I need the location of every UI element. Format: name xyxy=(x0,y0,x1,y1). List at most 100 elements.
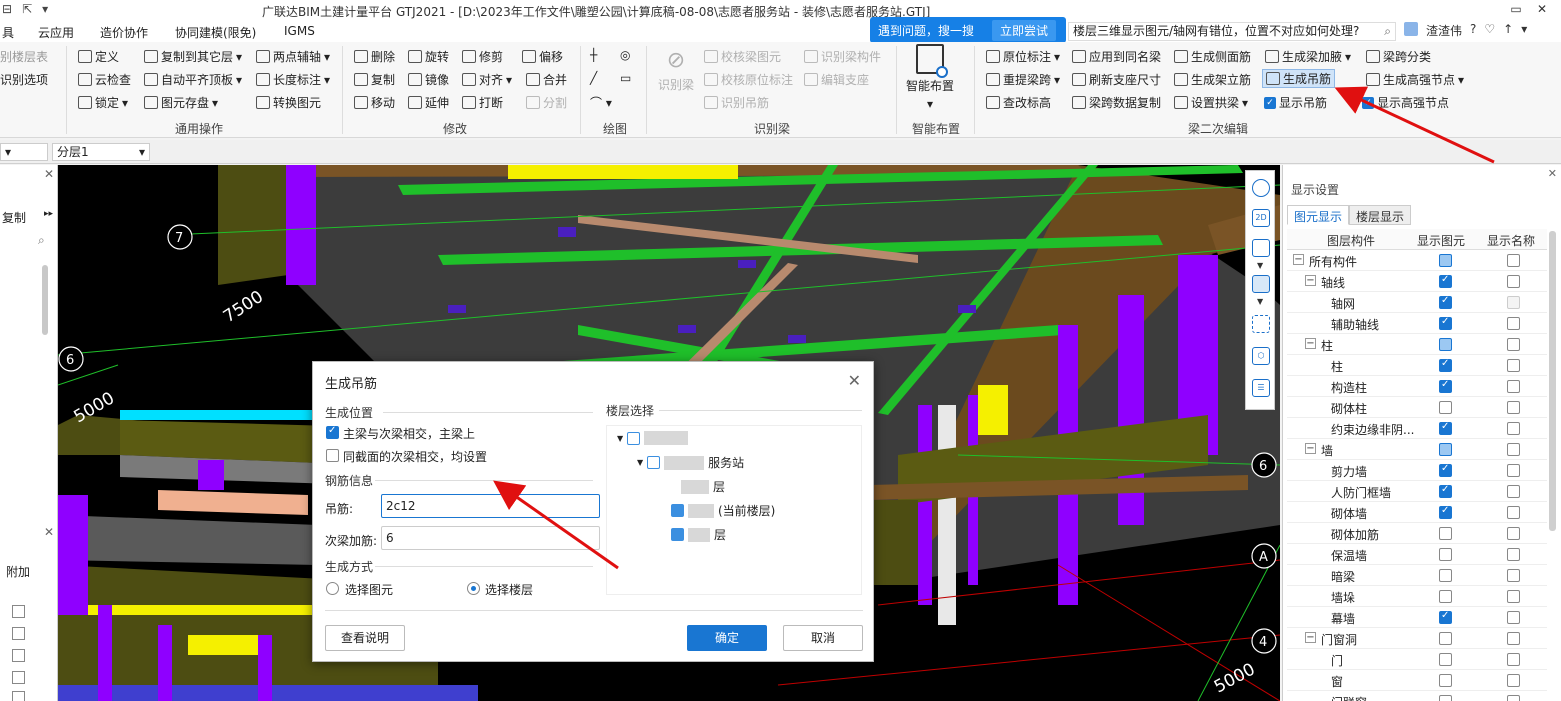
show-element-checkbox[interactable] xyxy=(1439,632,1452,645)
show-element-checkbox[interactable] xyxy=(1439,484,1452,498)
tree-node-building[interactable]: ▼ 服务站 xyxy=(637,454,744,471)
layer-row[interactable]: 约束边缘非阴... xyxy=(1287,418,1547,439)
show-element-checkbox[interactable] xyxy=(1439,463,1452,477)
left-scrollbar[interactable] xyxy=(42,265,48,335)
gen-hanger-rebar-button[interactable]: 生成吊筋 xyxy=(1262,69,1336,88)
mirror-button[interactable]: 镜像 xyxy=(408,71,449,88)
show-name-checkbox[interactable] xyxy=(1507,695,1520,701)
collapse-toggle-icon[interactable]: − xyxy=(1305,275,1316,286)
layer-row[interactable]: 砌体柱 xyxy=(1287,397,1547,418)
extra-rebar-input[interactable]: 6 xyxy=(381,526,600,550)
gen-high-strength-node-button[interactable]: 生成高强节点 ▾ xyxy=(1366,71,1464,88)
trim-button[interactable]: 修剪 xyxy=(462,48,503,65)
tab-floor-display[interactable]: 楼层显示 xyxy=(1349,205,1412,225)
layer-row[interactable]: − 门窗洞 xyxy=(1287,628,1547,649)
length-dimension-button[interactable]: 长度标注 ▾ xyxy=(256,71,330,88)
auto-align-slab-button[interactable]: 自动平齐顶板 ▾ xyxy=(144,71,242,88)
align-button[interactable]: 对齐 ▾ xyxy=(462,71,512,88)
layer-row[interactable]: 构造柱 xyxy=(1287,376,1547,397)
split-button[interactable]: 分割 xyxy=(526,94,567,111)
lock-button[interactable]: 锁定 ▾ xyxy=(78,94,128,111)
show-element-checkbox[interactable] xyxy=(1439,443,1452,456)
show-name-checkbox[interactable] xyxy=(1507,422,1520,435)
check-beam-element-button[interactable]: 校核梁图元 xyxy=(704,48,781,65)
show-element-checkbox[interactable] xyxy=(1439,610,1452,624)
ribbon-recognize-options[interactable]: 识别选项 xyxy=(0,71,48,88)
edit-support-button[interactable]: 编辑支座 xyxy=(804,71,869,88)
refresh-support-size-button[interactable]: 刷新支座尺寸 xyxy=(1072,71,1161,88)
avatar[interactable] xyxy=(1404,22,1418,36)
show-name-checkbox[interactable] xyxy=(1507,443,1520,456)
smart-layout-button[interactable]: 智能布置 ▾ xyxy=(904,44,956,111)
orbit-icon[interactable] xyxy=(1252,179,1270,197)
recognize-hanger-button[interactable]: 识别吊筋 xyxy=(704,94,769,111)
show-name-checkbox[interactable] xyxy=(1507,296,1520,309)
search-icon[interactable]: ⌕ xyxy=(1384,23,1391,40)
show-high-strength-checkbox[interactable]: ✓ 显示高强节点 xyxy=(1362,94,1449,111)
tree-node-floor[interactable]: 层 xyxy=(671,526,726,543)
draw-circle-icon[interactable]: ◎ xyxy=(620,48,630,62)
ok-button[interactable]: 确定 xyxy=(687,625,767,651)
show-element-checkbox[interactable] xyxy=(1439,569,1452,582)
cloud-check-button[interactable]: 云检查 xyxy=(78,71,131,88)
layer-row[interactable]: 砌体墙 xyxy=(1287,502,1547,523)
check-original-annotation-button[interactable]: 校核原位标注 xyxy=(704,71,793,88)
define-button[interactable]: 定义 xyxy=(78,48,119,65)
select-element-radio[interactable] xyxy=(326,582,339,595)
collapse-toggle-icon[interactable]: − xyxy=(1305,338,1316,349)
close-icon[interactable]: ✕ xyxy=(1537,2,1547,16)
row-checkbox[interactable] xyxy=(12,649,25,662)
show-name-checkbox[interactable] xyxy=(1507,569,1520,582)
re-extract-span-button[interactable]: 重提梁跨 ▾ xyxy=(986,71,1060,88)
gen-erection-rebar-button[interactable]: 生成架立筋 xyxy=(1174,71,1251,88)
set-arch-beam-button[interactable]: 设置拱梁 ▾ xyxy=(1174,94,1248,111)
offset-button[interactable]: 偏移 xyxy=(522,48,563,65)
copy-label[interactable]: 复制 xyxy=(2,209,26,226)
layer-row[interactable]: 轴网 xyxy=(1287,292,1547,313)
draw-point-icon[interactable]: ┼ xyxy=(590,48,597,62)
show-name-checkbox[interactable] xyxy=(1507,590,1520,603)
floor-select[interactable]: ▾ xyxy=(0,143,48,161)
row-checkbox[interactable] xyxy=(12,627,25,640)
show-name-checkbox[interactable] xyxy=(1507,548,1520,561)
tree-node-project[interactable]: ▼ xyxy=(617,431,689,445)
beam-span-classify-button[interactable]: 梁跨分类 xyxy=(1366,48,1431,65)
original-annotation-button[interactable]: 原位标注 ▾ xyxy=(986,48,1060,65)
search-icon[interactable]: ⌕ xyxy=(38,233,45,248)
row-checkbox[interactable] xyxy=(12,605,25,618)
show-name-checkbox[interactable] xyxy=(1507,506,1520,519)
favorite-icon[interactable]: ♡ xyxy=(1484,22,1495,39)
cancel-button[interactable]: 取消 xyxy=(783,625,863,651)
apply-same-beam-button[interactable]: 应用到同名梁 xyxy=(1072,48,1161,65)
show-element-checkbox[interactable] xyxy=(1439,590,1452,603)
menu-igms[interactable]: IGMS xyxy=(284,24,315,38)
show-name-checkbox[interactable] xyxy=(1507,401,1520,414)
view-box-icon[interactable] xyxy=(1252,275,1270,293)
menu-tools[interactable]: 具 xyxy=(2,24,14,41)
layer-select[interactable]: 分层1 ▾ xyxy=(52,143,150,161)
show-element-checkbox[interactable] xyxy=(1439,295,1452,309)
show-name-checkbox[interactable] xyxy=(1507,464,1520,477)
recognize-beam-button[interactable]: ⊘ 识别梁 xyxy=(656,48,696,93)
show-element-checkbox[interactable] xyxy=(1439,421,1452,435)
tree-node-current-floor[interactable]: (当前楼层) xyxy=(671,502,775,519)
chevron-down-icon[interactable]: ▾ xyxy=(42,2,48,16)
collapse-toggle-icon[interactable]: − xyxy=(1305,632,1316,643)
copy-span-data-button[interactable]: 梁跨数据复制 xyxy=(1072,94,1161,111)
convert-element-button[interactable]: 转换图元 xyxy=(256,94,321,111)
break-button[interactable]: 打断 xyxy=(462,94,503,111)
view-help-button[interactable]: 查看说明 xyxy=(325,625,405,651)
close-icon[interactable]: ✕ xyxy=(1548,167,1557,180)
show-element-checkbox[interactable] xyxy=(1439,527,1452,540)
layer-row[interactable]: 人防门框墙 xyxy=(1287,481,1547,502)
show-name-checkbox[interactable] xyxy=(1507,275,1520,288)
menu-cost-collab[interactable]: 造价协作 xyxy=(100,24,148,41)
chevron-down-icon[interactable]: ▾ xyxy=(1521,22,1527,39)
show-name-checkbox[interactable] xyxy=(1507,359,1520,372)
fullscreen-icon[interactable] xyxy=(1252,315,1270,333)
draw-line-icon[interactable]: ╱ xyxy=(590,71,597,85)
restore-icon[interactable]: ▭ xyxy=(1510,2,1521,16)
same-section-intersect-checkbox[interactable] xyxy=(326,449,339,462)
display-settings-icon[interactable]: ☰ xyxy=(1252,379,1270,397)
save-icon[interactable]: ⊟ xyxy=(2,2,12,16)
